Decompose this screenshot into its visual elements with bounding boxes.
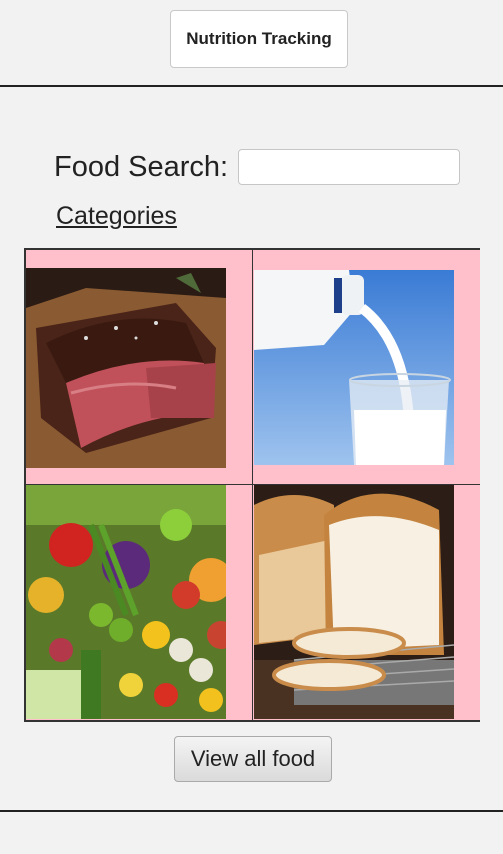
steak-image — [26, 268, 226, 468]
category-grid — [24, 248, 480, 722]
view-all-food-button[interactable]: View all food — [174, 736, 332, 782]
footer-divider — [0, 810, 503, 812]
vegetables-image — [26, 485, 226, 719]
category-tile-grains[interactable] — [253, 485, 480, 720]
food-search-row: Food Search: — [54, 147, 461, 187]
category-tile-dairy[interactable] — [253, 250, 480, 485]
food-search-input[interactable] — [238, 149, 461, 185]
milk-image — [254, 270, 454, 465]
bread-image — [254, 485, 454, 719]
app-title-button[interactable]: Nutrition Tracking — [170, 10, 348, 68]
category-tile-vegetables[interactable] — [26, 485, 253, 720]
category-tile-meat[interactable] — [26, 250, 253, 485]
categories-link[interactable]: Categories — [56, 202, 177, 231]
header: Nutrition Tracking — [0, 0, 503, 87]
food-search-label: Food Search: — [54, 150, 229, 183]
